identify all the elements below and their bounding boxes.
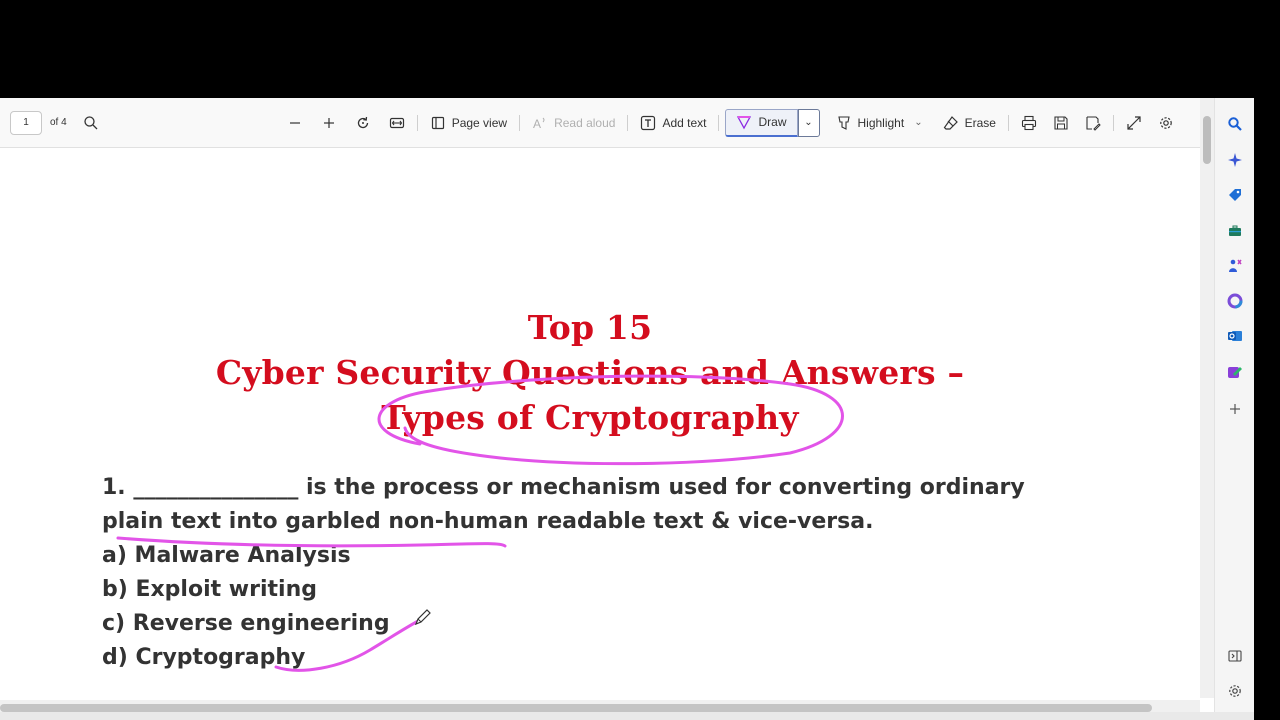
option-b: b) Exploit writing <box>102 577 317 602</box>
office-icon[interactable] <box>1223 289 1247 313</box>
vertical-scroll-thumb[interactable] <box>1203 116 1211 164</box>
vertical-scrollbar[interactable] <box>1200 98 1214 698</box>
pen-cursor-icon <box>414 609 431 626</box>
chevron-down-icon[interactable]: ⌄ <box>914 117 922 128</box>
title-line-2: Cyber Security Questions and Answers – <box>215 353 965 392</box>
outlook-icon[interactable] <box>1223 324 1247 348</box>
highlight-label: Highlight <box>857 115 905 130</box>
page-number: 1 <box>23 117 29 128</box>
draw-label: Draw <box>758 115 787 129</box>
svg-text:A: A <box>533 117 541 131</box>
save-as-icon[interactable] <box>1079 109 1107 137</box>
toolbar-divider <box>519 114 521 131</box>
question-line-1: 1. _______________ is the process or mec… <box>102 475 1025 500</box>
pdf-toolbar: 1 of 4 Page view A Read aloud Add text D… <box>0 98 1214 148</box>
eraser-icon <box>943 115 958 130</box>
zoom-out-icon[interactable] <box>281 109 309 137</box>
draw-options-dropdown[interactable]: ⌄ <box>797 108 820 137</box>
toolbar-divider <box>718 114 720 131</box>
horizontal-scroll-thumb[interactable] <box>0 704 1152 712</box>
read-aloud-icon: A <box>533 117 545 131</box>
page-total: of 4 <box>50 117 67 128</box>
toolbar-divider <box>1112 114 1114 131</box>
add-icon[interactable] <box>1223 397 1247 421</box>
page-view-button[interactable]: Page view <box>424 109 513 137</box>
toolbar-divider <box>627 114 629 131</box>
add-text-icon <box>641 115 656 130</box>
option-a: a) Malware Analysis <box>102 543 351 568</box>
rotate-icon[interactable] <box>349 109 377 137</box>
pdf-page: Top 15 Cyber Security Questions and Answ… <box>0 148 1200 708</box>
read-aloud-button[interactable]: A Read aloud <box>526 109 621 137</box>
page-view-icon <box>431 116 444 129</box>
toolbox-icon[interactable] <box>1223 219 1247 243</box>
zoom-in-icon[interactable] <box>315 109 343 137</box>
chevron-down-icon: ⌄ <box>804 117 813 128</box>
shopping-tag-icon[interactable] <box>1223 183 1247 207</box>
erase-label: Erase <box>964 115 996 130</box>
toolbar-divider <box>1007 114 1009 131</box>
highlight-icon <box>837 115 850 130</box>
page-number-input[interactable]: 1 <box>10 110 42 135</box>
option-d: d) Cryptography <box>102 645 306 670</box>
settings-icon[interactable] <box>1152 109 1180 137</box>
designer-icon[interactable] <box>1223 360 1247 384</box>
title-line-3: Types of Cryptography <box>381 398 799 437</box>
search-icon[interactable] <box>77 109 105 137</box>
save-icon[interactable] <box>1047 109 1075 137</box>
pdf-viewer: 1 of 4 Page view A Read aloud Add text D… <box>0 98 1214 720</box>
add-text-button[interactable]: Add text <box>634 109 712 137</box>
fullscreen-icon[interactable] <box>1120 109 1148 137</box>
add-text-label: Add text <box>662 115 707 130</box>
settings-icon[interactable] <box>1223 679 1247 703</box>
erase-button[interactable]: Erase <box>937 109 1002 137</box>
copilot-icon[interactable] <box>1223 148 1247 172</box>
title-line-1: Top 15 <box>527 308 653 347</box>
taskbar-edge <box>0 712 1254 720</box>
draw-icon <box>737 116 752 130</box>
games-icon[interactable] <box>1223 254 1247 278</box>
highlight-button[interactable]: Highlight ⌄ <box>830 109 929 137</box>
split-screen-icon[interactable] <box>1223 644 1247 668</box>
fit-to-width-icon[interactable] <box>383 109 411 137</box>
draw-button[interactable]: Draw <box>725 108 798 137</box>
option-c: c) Reverse engineering <box>102 611 390 636</box>
browser-sidebar <box>1214 98 1254 720</box>
question-line-2: plain text into garbled non-human readab… <box>102 509 874 534</box>
page-view-label: Page view <box>451 115 508 130</box>
search-icon[interactable] <box>1223 112 1247 136</box>
read-aloud-label: Read aloud <box>554 115 616 130</box>
print-icon[interactable] <box>1015 109 1043 137</box>
toolbar-divider <box>416 114 418 131</box>
